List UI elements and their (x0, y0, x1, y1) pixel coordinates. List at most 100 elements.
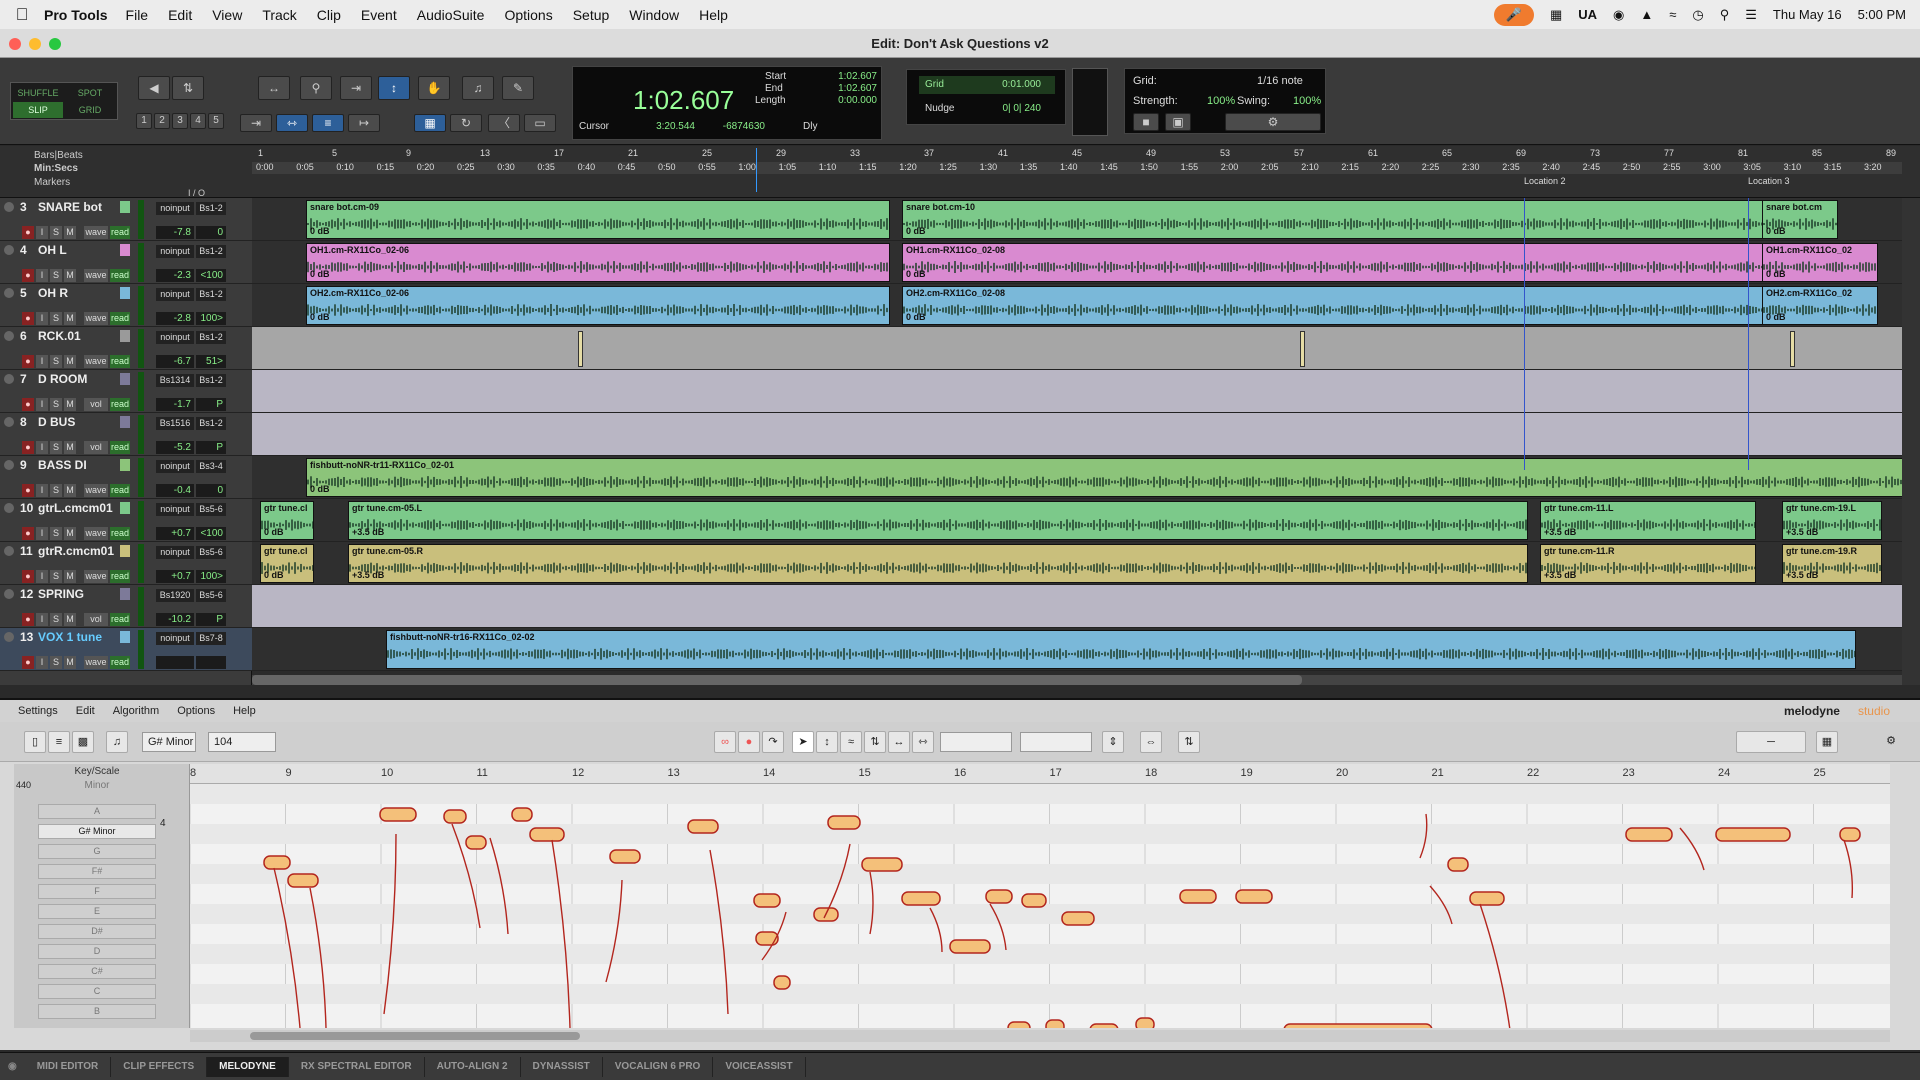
output-selector[interactable]: Bs1-2 (196, 202, 226, 215)
tab-to-transient-icon[interactable]: ⇥ (240, 114, 272, 132)
pan-value[interactable]: 0 (196, 484, 226, 497)
quantize-button-icon[interactable]: ■ (1133, 113, 1159, 131)
track-lane[interactable]: fishbutt-noNR-tr16-RX11Co_02-02 (252, 628, 1902, 671)
track-lane[interactable]: OH1.cm-RX11Co_02-06 0 dB OH1.cm-RX11Co_02… (252, 241, 1902, 284)
output-selector[interactable]: Bs1-2 (196, 417, 226, 430)
audio-clip[interactable]: snare bot.cm-09 0 dB (306, 200, 890, 239)
track-view-selector[interactable]: wave (84, 484, 108, 497)
bottom-tab-4[interactable]: AUTO-ALIGN 2 (425, 1056, 521, 1077)
mute-button[interactable]: M (64, 269, 76, 282)
automation-mode[interactable]: read (110, 441, 130, 454)
quantize-pitch-icon[interactable]: ⇕ (1102, 731, 1124, 753)
account-icon[interactable]: ◉ (1613, 7, 1624, 23)
track-lane[interactable]: fishbutt-noNR-tr11-RX11Co_02-01 0 dB (252, 456, 1920, 499)
scale-note-1[interactable]: G# Minor (38, 824, 156, 839)
pan-value[interactable]: <100 (196, 527, 226, 540)
track-select-dot[interactable] (4, 417, 14, 427)
input-selector[interactable]: noinput (156, 331, 194, 344)
vertical-scrollbar[interactable] (1902, 198, 1920, 685)
nudge-value-field[interactable]: Nudge 0| 0| 240 (919, 100, 1055, 118)
formant-tool-icon[interactable]: ↔ (888, 731, 910, 753)
melodyne-menu-options[interactable]: Options (177, 705, 215, 717)
mute-button[interactable]: M (64, 355, 76, 368)
track-lane[interactable]: gtr tune.cl 0 dB gtr tune.cm-05.L +3.5 dB… (252, 499, 1902, 542)
pan-value[interactable]: 51> (196, 355, 226, 368)
input-monitor-button[interactable]: I (36, 269, 48, 282)
mute-button[interactable]: M (64, 656, 76, 669)
note-blobs[interactable] (190, 784, 1890, 1028)
track-header[interactable]: 12 SPRING ● I S M vol read Bs1920 Bs5-6 … (0, 585, 252, 628)
track-name[interactable]: RCK.01 (38, 329, 81, 343)
track-name[interactable]: D ROOM (38, 372, 87, 386)
selector-tool-icon[interactable]: ↕ (378, 76, 410, 100)
menu-window[interactable]: Window (629, 7, 679, 23)
track-name[interactable]: SNARE bot (38, 200, 102, 214)
record-icon[interactable]: ● (738, 731, 760, 753)
zoom-preset-3[interactable]: 3 (172, 113, 188, 129)
rgrid-grid-value[interactable]: 1/16 note (1257, 75, 1303, 87)
track-header[interactable]: 4 OH L ● I S M wave read noinput Bs1-2 -… (0, 241, 252, 284)
track-header[interactable]: 10 gtrL.cmcm01 ● I S M wave read noinput… (0, 499, 252, 542)
menu-clip[interactable]: Clip (317, 7, 341, 23)
track-header[interactable]: 5 OH R ● I S M wave read noinput Bs1-2 -… (0, 284, 252, 327)
melodyne-menu-help[interactable]: Help (233, 705, 256, 717)
record-arm-button[interactable]: ● (22, 355, 34, 368)
input-selector[interactable]: noinput (156, 503, 194, 516)
clock-icon[interactable]: ◷ (1692, 7, 1703, 23)
track-header[interactable]: 9 BASS DI ● I S M wave read noinput Bs3-… (0, 456, 252, 499)
input-selector[interactable]: noinput (156, 245, 194, 258)
mute-button[interactable]: M (64, 226, 76, 239)
link-timeline-icon[interactable]: ⇿ (276, 114, 308, 132)
melodyne-menu-settings[interactable]: Settings (18, 705, 58, 717)
menubar-date[interactable]: Thu May 16 (1773, 7, 1842, 22)
drift-tool-icon[interactable]: ⇅ (864, 731, 886, 753)
quantize-time-icon[interactable]: ⇔ (1140, 731, 1162, 753)
scrollbar-thumb[interactable] (252, 675, 1302, 685)
mute-button[interactable]: M (64, 312, 76, 325)
automation-mode[interactable]: read (110, 613, 130, 626)
grabber-hand-icon[interactable]: ✋ (418, 76, 450, 100)
length-value[interactable]: 0:00.000 (813, 95, 877, 106)
solo-button[interactable]: S (50, 441, 62, 454)
input-selector[interactable]: noinput (156, 288, 194, 301)
clip-gain[interactable]: 0 dB (1766, 312, 1786, 322)
zoom-out-icon[interactable]: ◀ (138, 76, 170, 100)
clip-gain[interactable]: 0 dB (1766, 269, 1786, 279)
record-arm-button[interactable]: ● (22, 527, 34, 540)
markers-ruler[interactable]: Location 2 Location 3 (252, 176, 1902, 190)
solo-button[interactable]: S (50, 398, 62, 411)
key-icon[interactable]: ♫ (106, 731, 128, 753)
volume-value[interactable]: -7.8 (156, 226, 194, 239)
track-name[interactable]: D BUS (38, 415, 75, 429)
solo-button[interactable]: S (50, 527, 62, 540)
solo-button[interactable]: S (50, 355, 62, 368)
volume-value[interactable]: +0.7 (156, 527, 194, 540)
spot-mode-button[interactable]: SPOT (65, 85, 115, 101)
mute-button[interactable]: M (64, 527, 76, 540)
track-lane[interactable] (252, 585, 1902, 628)
volume-value[interactable]: -5.2 (156, 441, 194, 454)
track-name[interactable]: OH R (38, 286, 68, 300)
solo-button[interactable]: S (50, 656, 62, 669)
track-select-dot[interactable] (4, 632, 14, 642)
audio-clip[interactable]: OH1.cm-RX11Co_02-06 0 dB (306, 243, 890, 282)
melodyne-menu-algorithm[interactable]: Algorithm (113, 705, 159, 717)
mute-button[interactable]: M (64, 398, 76, 411)
loop-playback-icon[interactable]: ↻ (450, 114, 482, 132)
menu-event[interactable]: Event (361, 7, 397, 23)
scale-note-4[interactable]: F (38, 884, 156, 899)
track-lane[interactable]: snare bot.cm-09 0 dB snare bot.cm-10 0 dB… (252, 198, 1902, 241)
trim-tool-icon[interactable]: ⇥ (340, 76, 372, 100)
minsecs-ruler[interactable]: 0:00 0:05 0:10 0:15 0:20 0:25 0:30 0:35 0:40 0:45… (252, 162, 1902, 174)
volume-value[interactable]: -10.2 (156, 613, 194, 626)
track-select-dot[interactable] (4, 589, 14, 599)
output-selector[interactable]: Bs1-2 (196, 288, 226, 301)
track-view-selector[interactable]: wave (84, 269, 108, 282)
record-arm-button[interactable]: ● (22, 613, 34, 626)
output-selector[interactable]: Bs1-2 (196, 245, 226, 258)
automation-mode[interactable]: read (110, 570, 130, 583)
track-view-selector[interactable]: vol (84, 398, 108, 411)
search-icon[interactable]: ⚲ (1720, 7, 1730, 23)
input-monitor-button[interactable]: I (36, 570, 48, 583)
output-selector[interactable]: Bs3-4 (196, 460, 226, 473)
